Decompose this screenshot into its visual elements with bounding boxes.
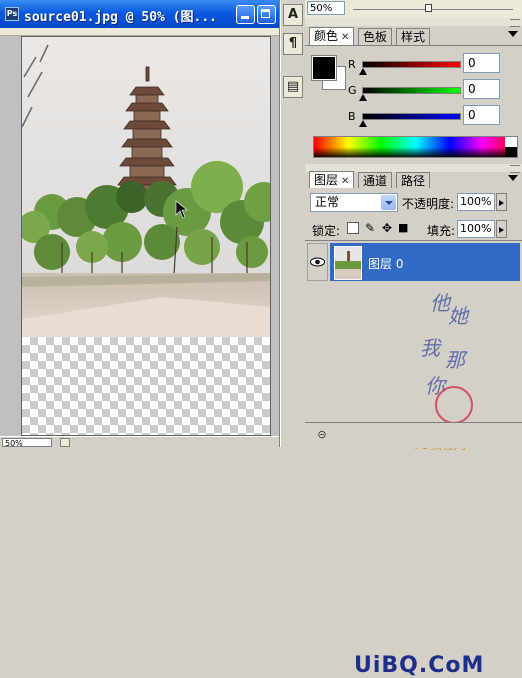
panel-menu-icon[interactable]	[508, 175, 518, 181]
seal-stamp	[435, 386, 473, 424]
layers-list: 图层 0 他 她 我 那 你 PS教程网	[305, 240, 522, 452]
tab-color-label: 颜色	[314, 29, 339, 43]
tab-styles[interactable]: 样式	[396, 28, 431, 45]
document-canvas[interactable]	[21, 36, 271, 436]
black-white-swatch[interactable]	[505, 137, 517, 157]
r-label: R	[348, 58, 356, 71]
b-value-field[interactable]: 0	[463, 105, 500, 125]
palette-dock: A ¶ ▤	[280, 0, 306, 447]
chevron-down-icon[interactable]	[381, 195, 396, 210]
r-value-field[interactable]: 0	[463, 53, 500, 73]
blend-mode-value: 正常	[315, 195, 340, 209]
opacity-field[interactable]: 100%	[457, 193, 495, 211]
lock-label: 锁定:	[312, 224, 341, 238]
tab-swatches[interactable]: 色板	[358, 28, 393, 45]
foreground-color-swatch[interactable]	[311, 55, 337, 81]
layers-panel-tabs: 图层 ✕ 通道 路径	[305, 170, 522, 190]
layer-row-selected[interactable]: 图层 0	[330, 243, 520, 281]
b-slider-thumb[interactable]	[359, 120, 367, 127]
panel-menu-icon[interactable]	[508, 31, 518, 37]
g-slider-thumb[interactable]	[359, 94, 367, 101]
minimize-button[interactable]	[236, 5, 255, 24]
b-slider[interactable]	[362, 113, 461, 120]
notes-icon[interactable]: ▤	[283, 76, 303, 98]
ruler-strip	[0, 28, 279, 36]
lock-all-icon[interactable]: ■	[398, 222, 410, 234]
blend-mode-select[interactable]: 正常	[310, 193, 398, 212]
top-opacity-thumb[interactable]	[425, 4, 432, 12]
document-titlebar[interactable]: Ps source01.jpg @ 50% (图...	[0, 0, 279, 28]
site-brand: UiBQ.CoM	[354, 653, 485, 678]
watermark-char: 她	[448, 304, 468, 328]
zoom-field[interactable]: 50%	[2, 438, 52, 448]
tab-layers[interactable]: 图层 ✕	[309, 171, 355, 189]
maximize-button[interactable]	[257, 5, 276, 24]
g-label: G	[348, 84, 357, 97]
layers-footer: ⊝ UiBQ.CoM	[305, 422, 522, 678]
eye-icon	[310, 257, 325, 267]
pagoda-photo	[22, 37, 270, 337]
status-bar: 50%	[0, 436, 279, 448]
tab-channels[interactable]: 通道	[358, 172, 393, 189]
lock-transparency-icon[interactable]	[347, 222, 359, 234]
fill-label: 填充:	[427, 224, 456, 238]
opacity-label: 不透明度:	[402, 197, 455, 211]
lock-position-icon[interactable]: ✥	[382, 222, 394, 234]
fill-arrow-button[interactable]	[496, 220, 507, 238]
layer-name: 图层 0	[368, 257, 404, 271]
color-panel-header[interactable]	[305, 18, 522, 27]
transparent-area	[22, 337, 270, 435]
layer-visibility-toggle[interactable]	[307, 243, 328, 281]
opacity-arrow-button[interactable]	[496, 193, 507, 211]
canvas-area	[0, 36, 279, 436]
photoshop-icon: Ps	[5, 7, 19, 21]
tab-color[interactable]: 颜色 ✕	[309, 27, 355, 46]
status-menu-button[interactable]	[60, 438, 70, 447]
watermark-char: 他	[430, 291, 450, 315]
link-layers-icon[interactable]: ⊝	[315, 429, 329, 441]
top-opacity-track[interactable]	[353, 9, 513, 10]
tab-layers-label: 图层	[314, 173, 339, 187]
close-icon[interactable]: ✕	[341, 30, 349, 46]
color-panel-tabs: 颜色 ✕ 色板 样式	[305, 26, 522, 46]
color-spectrum[interactable]	[313, 136, 518, 158]
character-icon[interactable]: A	[283, 4, 303, 26]
document-title: source01.jpg @ 50% (图...	[24, 10, 218, 25]
panels-area: 50% 颜色✕ 色板 样式 R 0 G 0 B 0 图层✕ 通道 路径 正常	[305, 0, 522, 678]
top-opacity-field[interactable]: 50%	[307, 1, 345, 15]
layer-thumbnail	[334, 246, 362, 280]
tab-paths[interactable]: 路径	[396, 172, 431, 189]
watermark-char: 我	[420, 336, 440, 360]
top-opacity-row: 50%	[305, 0, 522, 19]
r-slider-thumb[interactable]	[359, 68, 367, 75]
watermark-char: 那	[445, 348, 465, 372]
g-value-field[interactable]: 0	[463, 79, 500, 99]
g-slider[interactable]	[362, 87, 461, 94]
lock-pixels-icon[interactable]: ✎	[365, 222, 377, 234]
color-panel-body: R 0 G 0 B 0	[305, 46, 522, 164]
document-window: Ps source01.jpg @ 50% (图... 50%	[0, 0, 280, 448]
fill-field[interactable]: 100%	[457, 220, 495, 238]
r-slider[interactable]	[362, 61, 461, 68]
paragraph-icon[interactable]: ¶	[283, 33, 303, 55]
b-label: B	[348, 110, 356, 123]
layers-panel-body: 正常 不透明度: 100% 锁定: ✎ ✥ ■ 填充: 100% 图层 0 他 …	[305, 188, 522, 678]
